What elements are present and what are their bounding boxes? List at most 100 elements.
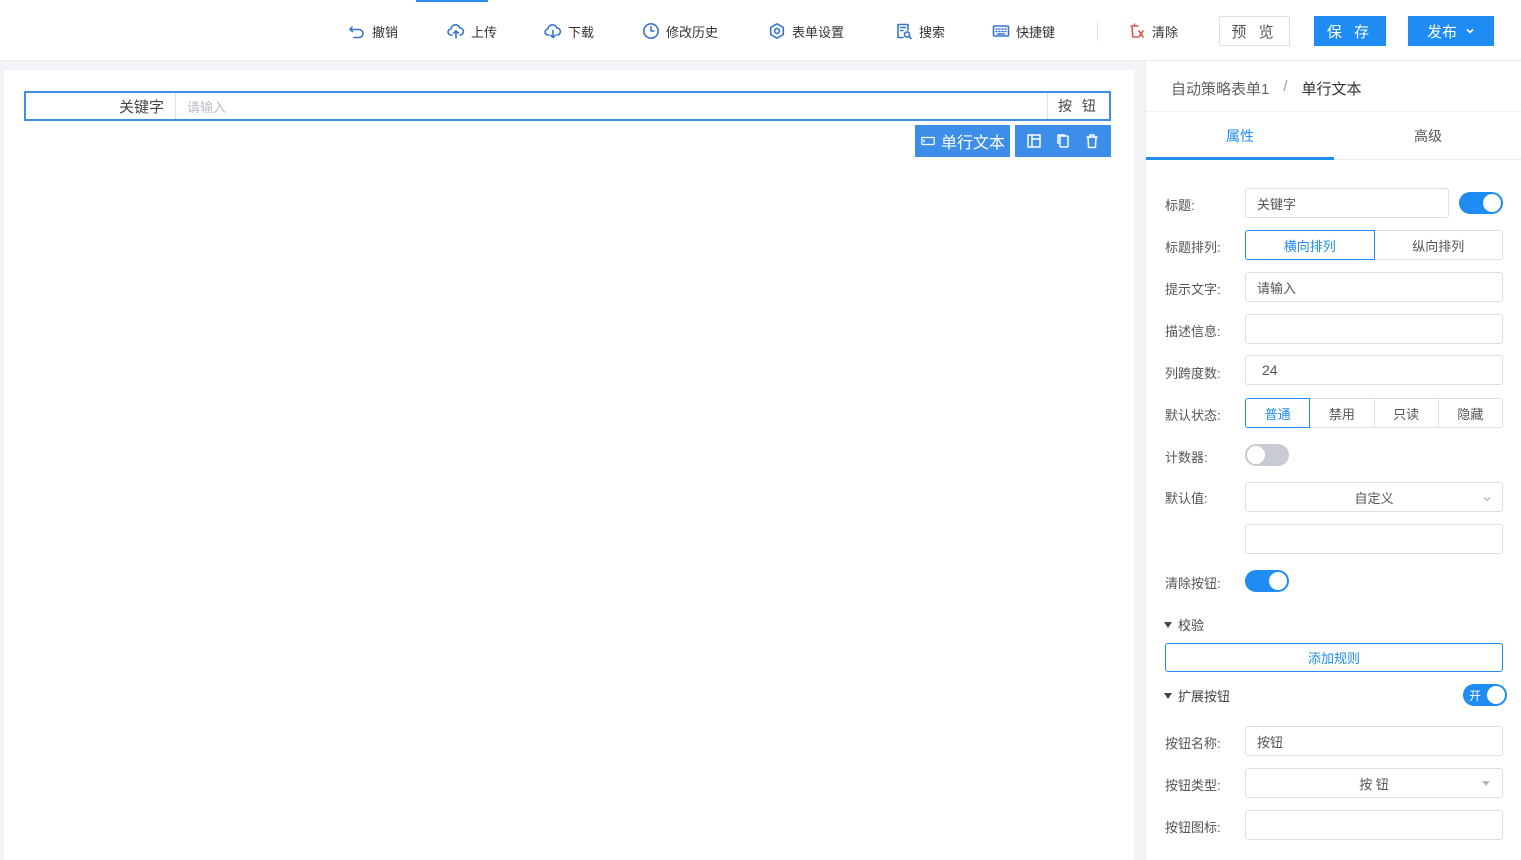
input-icon xyxy=(921,136,935,146)
download-icon xyxy=(544,24,562,39)
button-icon-input[interactable] xyxy=(1245,810,1503,840)
publish-button[interactable]: 发布 xyxy=(1408,16,1494,46)
clear-button-toggle[interactable] xyxy=(1245,570,1289,592)
trash-icon xyxy=(1086,134,1098,149)
component-type-label: 单行文本 xyxy=(941,135,1006,152)
breadcrumb: 自动策略表单1 / 单行文本 xyxy=(1171,78,1362,99)
shortcuts-button[interactable]: 快捷键 xyxy=(992,20,1055,42)
button-name-label: 按钮名称: xyxy=(1165,736,1221,751)
layout-horizontal-option[interactable]: 横向排列 xyxy=(1245,230,1375,260)
form-canvas: 关键字 请输入 按 钮 单行文本 xyxy=(4,70,1134,860)
delete-button[interactable] xyxy=(1084,133,1100,149)
search-label: 搜索 xyxy=(919,24,946,40)
clear-label: 清除 xyxy=(1152,24,1179,40)
undo-button[interactable]: 撤销 xyxy=(348,20,398,42)
clear-icon xyxy=(1130,23,1144,38)
clear-button[interactable]: 清除 xyxy=(1128,20,1178,42)
chevron-down-icon xyxy=(1466,28,1474,34)
shortcuts-label: 快捷键 xyxy=(1016,24,1056,40)
toolbar-divider xyxy=(1097,21,1098,41)
state-readonly-option[interactable]: 只读 xyxy=(1373,398,1439,428)
component-actions xyxy=(1015,125,1111,157)
title-visible-toggle[interactable] xyxy=(1459,192,1503,214)
extension-toggle-text: 开 xyxy=(1469,689,1482,703)
copy-icon xyxy=(1057,134,1069,148)
button-type-value: 按 钮 xyxy=(1359,776,1389,792)
upload-icon xyxy=(447,24,465,39)
extension-button-title: 扩展按钮 xyxy=(1178,689,1231,704)
keyboard-icon xyxy=(992,25,1010,37)
extension-button-toggle[interactable]: 开 xyxy=(1463,684,1507,706)
placeholder-input[interactable]: 请输入 xyxy=(1245,272,1503,302)
tab-advanced[interactable]: 高级 xyxy=(1334,112,1521,159)
publish-label: 发布 xyxy=(1426,23,1457,41)
field-append-button[interactable]: 按 钮 xyxy=(1047,93,1109,119)
breadcrumb-component: 单行文本 xyxy=(1301,81,1362,98)
title-layout-segment: 横向排列 纵向排列 xyxy=(1245,230,1503,260)
selected-form-field[interactable]: 关键字 请输入 按 钮 xyxy=(24,91,1111,121)
preview-button[interactable]: 预 览 xyxy=(1219,16,1290,46)
counter-toggle[interactable] xyxy=(1245,444,1289,466)
validation-title: 校验 xyxy=(1178,618,1205,633)
breadcrumb-form[interactable]: 自动策略表单1 xyxy=(1171,78,1269,99)
field-input-preview[interactable]: 请输入 xyxy=(176,93,1047,119)
toolbar-accent-line xyxy=(416,0,488,2)
field-label: 关键字 xyxy=(26,93,176,119)
copy-button[interactable] xyxy=(1055,133,1071,149)
layout-button[interactable] xyxy=(1026,133,1042,149)
span-input[interactable]: 24 xyxy=(1245,355,1503,385)
top-toolbar: 撤销 上传 下载 修改历史 表单设置 搜索 快捷键 清除 预 览 保 存 发布 xyxy=(0,0,1521,61)
download-button[interactable]: 下载 xyxy=(544,20,594,42)
layout-vertical-option[interactable]: 纵向排列 xyxy=(1373,230,1503,260)
state-normal-option[interactable]: 普通 xyxy=(1245,398,1311,428)
default-value-label: 默认值: xyxy=(1165,491,1208,506)
state-disabled-option[interactable]: 禁用 xyxy=(1309,398,1375,428)
description-input[interactable] xyxy=(1245,314,1503,344)
placeholder-label: 提示文字: xyxy=(1165,282,1221,297)
default-state-label: 默认状态: xyxy=(1165,408,1221,423)
title-input[interactable]: 关键字 xyxy=(1245,188,1449,218)
default-value-input[interactable] xyxy=(1245,524,1503,554)
caret-down-icon xyxy=(1164,621,1172,628)
button-type-select[interactable]: 按 钮 xyxy=(1245,768,1503,798)
span-label: 列跨度数: xyxy=(1165,366,1221,381)
undo-icon xyxy=(349,26,364,39)
tab-properties[interactable]: 属性 xyxy=(1146,112,1334,160)
form-settings-button[interactable]: 表单设置 xyxy=(768,20,844,42)
description-label: 描述信息: xyxy=(1165,324,1221,339)
title-layout-label: 标题排列: xyxy=(1165,240,1221,255)
add-rule-button[interactable]: 添加规则 xyxy=(1165,643,1503,672)
title-label: 标题: xyxy=(1165,198,1195,213)
default-value-mode-select[interactable]: 自定义 xyxy=(1245,482,1503,512)
history-icon xyxy=(643,23,659,39)
chevron-down-icon xyxy=(1482,492,1492,502)
button-name-input[interactable]: 按钮 xyxy=(1245,726,1503,756)
download-label: 下载 xyxy=(568,24,595,40)
clear-button-label: 清除按钮: xyxy=(1165,576,1221,591)
history-button[interactable]: 修改历史 xyxy=(642,20,718,42)
state-hidden-option[interactable]: 隐藏 xyxy=(1437,398,1503,428)
caret-down-icon xyxy=(1164,692,1172,699)
component-type-tag: 单行文本 xyxy=(915,125,1010,157)
button-icon-label: 按钮图标: xyxy=(1165,820,1221,835)
upload-label: 上传 xyxy=(471,24,498,40)
breadcrumb-separator: / xyxy=(1283,78,1288,95)
panel-tabs: 属性 高级 xyxy=(1146,111,1521,160)
properties-panel: 自动策略表单1 / 单行文本 属性 高级 标题: 关键字 标题排列: 横向排列 … xyxy=(1145,61,1521,860)
search-button[interactable]: 搜索 xyxy=(895,20,945,42)
counter-label: 计数器: xyxy=(1165,450,1208,465)
button-type-label: 按钮类型: xyxy=(1165,778,1221,793)
form-settings-label: 表单设置 xyxy=(792,24,845,40)
search-icon xyxy=(897,23,912,40)
extension-button-section-header[interactable]: 扩展按钮 xyxy=(1164,686,1230,705)
caret-down-icon xyxy=(1482,781,1490,786)
upload-button[interactable]: 上传 xyxy=(447,20,497,42)
history-label: 修改历史 xyxy=(666,24,719,40)
layout-icon xyxy=(1026,134,1041,148)
save-button[interactable]: 保 存 xyxy=(1314,16,1386,46)
default-state-segment: 普通 禁用 只读 隐藏 xyxy=(1245,398,1503,428)
default-value-mode: 自定义 xyxy=(1354,490,1394,506)
validation-section-header[interactable]: 校验 xyxy=(1164,615,1204,634)
undo-label: 撤销 xyxy=(372,24,399,40)
settings-icon xyxy=(769,23,785,39)
